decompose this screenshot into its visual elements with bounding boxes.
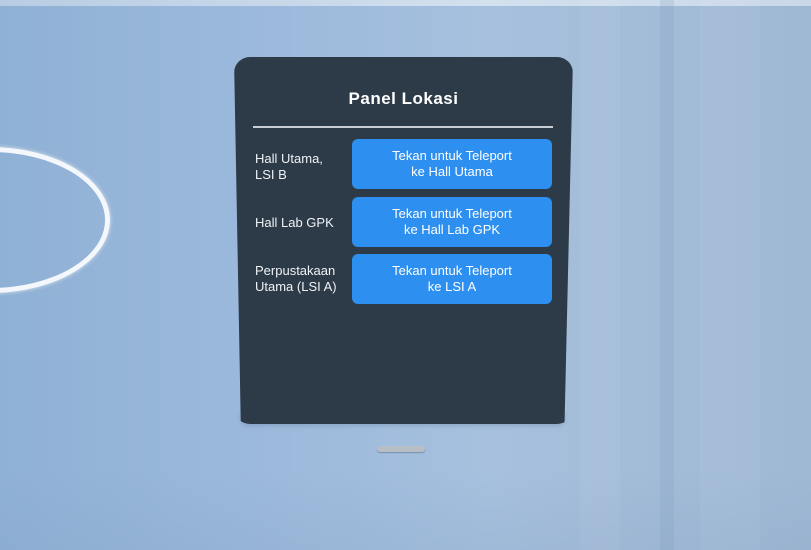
teleport-button-hall-lab-gpk[interactable]: Tekan untuk Teleport ke Hall Lab GPK	[352, 197, 552, 247]
button-label-line: ke Hall Utama	[411, 164, 493, 179]
panel-title: Panel Lokasi	[348, 89, 459, 108]
grab-handle-icon[interactable]	[377, 446, 425, 452]
vr-scene: Panel Lokasi Hall Utama, LSI B Tekan unt…	[0, 0, 811, 550]
ceiling-strip	[0, 0, 811, 6]
floor-shade	[0, 470, 811, 550]
wall-band	[660, 0, 674, 550]
panel-divider	[253, 126, 553, 128]
teleport-button-lsi-a[interactable]: Tekan untuk Teleport ke LSI A	[352, 254, 552, 304]
location-label-line: LSI B	[255, 167, 287, 182]
button-label-line: Tekan untuk Teleport	[392, 148, 512, 163]
teleport-ring-icon[interactable]	[0, 147, 110, 293]
location-label-hall-lab-gpk: Hall Lab GPK	[255, 215, 347, 231]
location-label-line: Utama (LSI A)	[255, 279, 337, 294]
location-label-hall-utama: Hall Utama, LSI B	[255, 151, 347, 183]
button-label-line: ke Hall Lab GPK	[403, 222, 501, 237]
location-label-line: Hall Utama,	[255, 151, 323, 166]
location-label-line: Perpustakaan	[255, 263, 336, 278]
button-label-line: ke LSI A	[427, 279, 477, 294]
location-label-perpustakaan: Perpustakaan Utama (LSI A)	[255, 263, 347, 295]
button-label-line: Tekan untuk Teleport	[392, 206, 512, 221]
teleport-button-hall-utama[interactable]: Tekan untuk Teleport ke Hall Utama	[352, 139, 552, 189]
wall-band	[580, 0, 620, 550]
button-label-line: Tekan untuk Teleport	[392, 263, 512, 278]
wall-band	[700, 0, 760, 550]
location-label-line: Hall Lab GPK	[255, 215, 334, 230]
